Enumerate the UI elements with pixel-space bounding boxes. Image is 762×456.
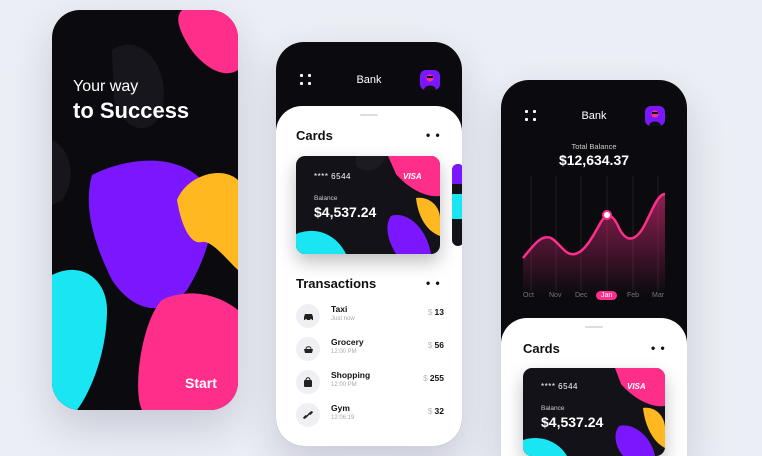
card-number: **** 6544 <box>314 172 351 181</box>
balance-chart <box>522 176 666 294</box>
month-nov[interactable]: Nov <box>549 292 561 299</box>
transaction-amount: $13 <box>427 307 444 317</box>
transaction-time: 12:00 PM <box>331 349 357 355</box>
transaction-amount: $255 <box>423 373 444 383</box>
cards-title: Cards <box>296 128 333 143</box>
cards-more-button[interactable]: • • <box>651 341 666 355</box>
month-jan[interactable]: Jan <box>596 291 618 300</box>
total-balance-value: $12,634.37 <box>558 152 630 168</box>
transaction-name: Grocery <box>331 337 364 347</box>
dumbbell-icon <box>296 403 320 427</box>
card-balance-label: Balance <box>541 405 565 412</box>
bank-card[interactable]: **** 6544 VISA Balance $4,537.24 <box>523 368 665 456</box>
transaction-row[interactable]: Shopping 12:00 PM $255 <box>296 368 444 398</box>
cards-title: Cards <box>523 341 560 356</box>
cards-more-button[interactable]: • • <box>426 128 441 142</box>
start-button[interactable]: Start <box>185 375 217 391</box>
next-card-peek[interactable] <box>452 164 462 246</box>
balance-phone: Bank Total Balance $12,634.37 Oct Nov De… <box>501 80 687 456</box>
transaction-row[interactable]: Taxi Just now $13 <box>296 302 444 332</box>
transaction-name: Gym <box>331 403 350 413</box>
grocery-icon <box>296 337 320 361</box>
month-feb[interactable]: Feb <box>627 292 639 299</box>
bank-phone: Bank Cards • • **** 6544 VISA Balance $4… <box>276 42 462 446</box>
avatar[interactable] <box>420 70 440 90</box>
transactions-more-button[interactable]: • • <box>426 276 441 290</box>
transaction-row[interactable]: Grocery 12:00 PM $56 <box>296 335 444 365</box>
transaction-name: Taxi <box>331 304 348 314</box>
transaction-name: Shopping <box>331 370 371 380</box>
total-balance-label: Total Balance <box>571 142 617 151</box>
transaction-time: 12:06:19 <box>331 415 355 421</box>
card-balance-value: $4,537.24 <box>314 204 377 220</box>
month-mar[interactable]: Mar <box>652 292 664 299</box>
bank-sheet: Cards • • **** 6544 VISA Balance $4,537.… <box>276 106 462 446</box>
bank-card[interactable]: **** 6544 VISA Balance $4,537.24 <box>296 156 440 254</box>
abstract-shapes-art <box>52 10 238 410</box>
transaction-time: Just now <box>331 316 355 322</box>
transaction-amount: $32 <box>427 406 444 416</box>
avatar[interactable] <box>645 106 665 126</box>
shopping-bag-icon <box>296 370 320 394</box>
transactions-title: Transactions <box>296 276 377 291</box>
transaction-amount: $56 <box>427 340 444 350</box>
chart-point-marker <box>602 210 612 220</box>
transaction-time: 12:00 PM <box>331 382 357 388</box>
sheet-handle[interactable] <box>360 114 378 116</box>
cards-sheet: Cards • • **** 6544 VISA Balance $4,537.… <box>501 318 687 456</box>
onboarding-phone: Your way to Success Start <box>52 10 238 410</box>
headline-line-1: Your way <box>73 78 139 95</box>
headline-line-2: to Success <box>73 98 190 123</box>
visa-logo: VISA <box>627 382 646 391</box>
sheet-handle[interactable] <box>585 326 603 328</box>
month-dec[interactable]: Dec <box>575 292 587 299</box>
car-icon <box>296 304 320 328</box>
month-oct[interactable]: Oct <box>523 292 534 299</box>
card-balance-label: Balance <box>314 195 338 202</box>
card-number: **** 6544 <box>541 382 578 391</box>
transaction-row[interactable]: Gym 12:06:19 $32 <box>296 401 444 431</box>
card-balance-value: $4,537.24 <box>541 414 604 430</box>
visa-logo: VISA <box>403 172 422 181</box>
